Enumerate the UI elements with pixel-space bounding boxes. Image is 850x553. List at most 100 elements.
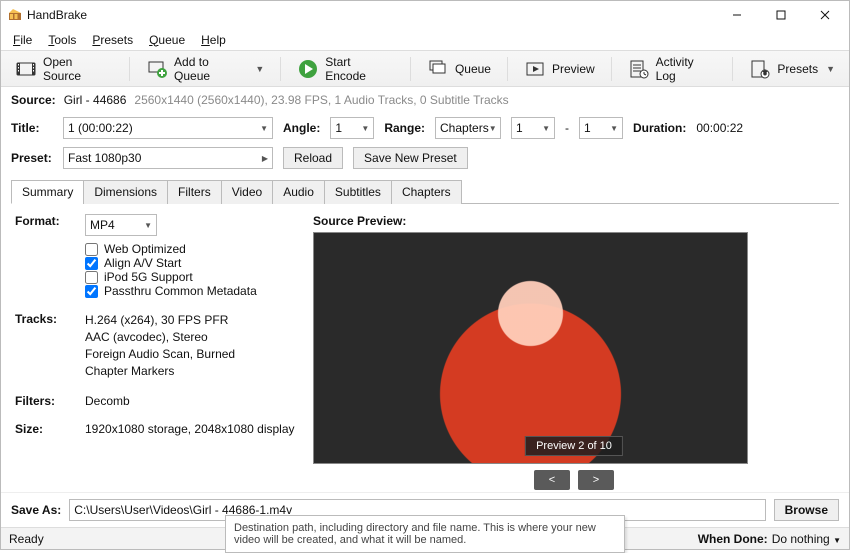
track-item: AAC (avcodec), Stereo	[85, 329, 295, 346]
title-select[interactable]: 1 (00:00:22) ▼	[63, 117, 273, 139]
tab-video[interactable]: Video	[221, 180, 273, 204]
browse-button[interactable]: Browse	[774, 499, 839, 521]
presets-label: Presets	[777, 62, 818, 76]
reload-button[interactable]: Reload	[283, 147, 343, 169]
preview-label: Preview	[552, 62, 595, 76]
tabs: Summary Dimensions Filters Video Audio S…	[11, 179, 839, 204]
range-from-select[interactable]: 1▼	[511, 117, 555, 139]
duration-value: 00:00:22	[696, 121, 743, 135]
maximize-button[interactable]	[759, 1, 803, 29]
tracks-label: Tracks:	[15, 312, 85, 380]
tab-summary[interactable]: Summary	[11, 180, 84, 204]
menu-queue[interactable]: Queue	[141, 31, 193, 49]
range-type-select[interactable]: Chapters▼	[435, 117, 501, 139]
range-to-value: 1	[584, 121, 591, 135]
web-optimized-checkbox[interactable]	[85, 243, 98, 256]
chevron-down-icon: ▼	[255, 64, 264, 74]
menu-tools[interactable]: Tools	[40, 31, 84, 49]
range-label: Range:	[384, 121, 425, 135]
tab-dimensions[interactable]: Dimensions	[83, 180, 168, 204]
menu-help[interactable]: Help	[193, 31, 234, 49]
range-to-select[interactable]: 1▼	[579, 117, 623, 139]
source-name: Girl - 44686	[64, 93, 127, 107]
track-item: Foreign Audio Scan, Burned	[85, 346, 295, 363]
web-optimized-label: Web Optimized	[104, 242, 186, 256]
queue-icon	[427, 58, 449, 80]
chevron-down-icon: ▼	[144, 221, 152, 230]
title-row: Title: 1 (00:00:22)▼ Angle: 1▼ Range: Ch…	[1, 113, 849, 143]
summary-left: Format: MP4 ▼ Web Optimized Align A/V Sta…	[15, 214, 295, 488]
activity-log-button[interactable]: Activity Log	[618, 53, 727, 85]
save-as-label: Save As:	[11, 503, 61, 517]
preset-label: Preset:	[11, 151, 53, 165]
separator	[732, 57, 733, 81]
activity-log-icon	[628, 58, 650, 80]
align-av-checkbox[interactable]	[85, 257, 98, 270]
chevron-down-icon: ▼	[542, 124, 550, 133]
tab-filters[interactable]: Filters	[167, 180, 222, 204]
preview-prev-button[interactable]: <	[534, 470, 570, 490]
presets-button[interactable]: Presets ▼	[739, 56, 845, 82]
chevron-down-icon: ▼	[833, 536, 841, 545]
passthru-label: Passthru Common Metadata	[104, 284, 257, 298]
range-from-value: 1	[516, 121, 523, 135]
filters-value: Decomb	[85, 394, 295, 408]
summary-panel: Format: MP4 ▼ Web Optimized Align A/V Sta…	[1, 204, 849, 492]
summary-right: Source Preview: Preview 2 of 10 < >	[313, 214, 835, 488]
when-done-label: When Done:	[698, 532, 768, 546]
format-select[interactable]: MP4 ▼	[85, 214, 157, 236]
add-to-queue-button[interactable]: Add to Queue ▼	[136, 53, 274, 85]
passthru-checkbox[interactable]	[85, 285, 98, 298]
menu-file[interactable]: File	[5, 31, 40, 49]
tab-subtitles[interactable]: Subtitles	[324, 180, 392, 204]
film-icon	[15, 58, 37, 80]
separator	[611, 57, 612, 81]
open-source-button[interactable]: Open Source	[5, 53, 123, 85]
angle-select[interactable]: 1▼	[330, 117, 374, 139]
size-label: Size:	[15, 422, 85, 436]
chevron-down-icon: ▼	[260, 124, 268, 133]
angle-label: Angle:	[283, 121, 320, 135]
close-button[interactable]	[803, 1, 847, 29]
ipod-checkbox[interactable]	[85, 271, 98, 284]
preview-icon	[524, 58, 546, 80]
duration-label: Duration:	[633, 121, 686, 135]
save-new-preset-button[interactable]: Save New Preset	[353, 147, 468, 169]
play-icon	[297, 58, 319, 80]
angle-value: 1	[335, 121, 342, 135]
preset-select[interactable]: Fast 1080p30 ▶	[63, 147, 273, 169]
presets-icon	[749, 58, 771, 80]
ipod-label: iPod 5G Support	[104, 270, 193, 284]
separator	[280, 57, 281, 81]
separator	[507, 57, 508, 81]
tab-audio[interactable]: Audio	[272, 180, 325, 204]
title-value: 1 (00:00:22)	[68, 121, 133, 135]
start-encode-button[interactable]: Start Encode	[287, 53, 404, 85]
preview-next-button[interactable]: >	[578, 470, 614, 490]
preview-image	[313, 232, 748, 464]
source-preview-label: Source Preview:	[313, 214, 835, 228]
titlebar: HandBrake	[1, 1, 849, 29]
track-item: Chapter Markers	[85, 363, 295, 380]
separator	[410, 57, 411, 81]
queue-button[interactable]: Queue	[417, 56, 501, 82]
format-value: MP4	[90, 218, 115, 232]
chevron-down-icon: ▼	[361, 124, 369, 133]
chevron-right-icon: ▶	[262, 154, 268, 163]
preview-button[interactable]: Preview	[514, 56, 605, 82]
size-value: 1920x1080 storage, 2048x1080 display	[85, 422, 295, 436]
start-encode-label: Start Encode	[325, 55, 394, 83]
tracks-list: H.264 (x264), 30 FPS PFR AAC (avcodec), …	[85, 312, 295, 380]
chevron-down-icon: ▼	[826, 64, 835, 74]
source-label: Source:	[11, 93, 56, 107]
align-av-label: Align A/V Start	[104, 256, 181, 270]
tab-chapters[interactable]: Chapters	[391, 180, 462, 204]
when-done-select[interactable]: Do nothing ▼	[772, 532, 841, 546]
format-label: Format:	[15, 214, 85, 298]
add-to-queue-label: Add to Queue	[174, 55, 247, 83]
toolbar: Open Source Add to Queue ▼ Start Encode …	[1, 51, 849, 87]
range-type-value: Chapters	[440, 121, 489, 135]
preset-value: Fast 1080p30	[68, 151, 141, 165]
menu-presets[interactable]: Presets	[84, 31, 141, 49]
minimize-button[interactable]	[715, 1, 759, 29]
